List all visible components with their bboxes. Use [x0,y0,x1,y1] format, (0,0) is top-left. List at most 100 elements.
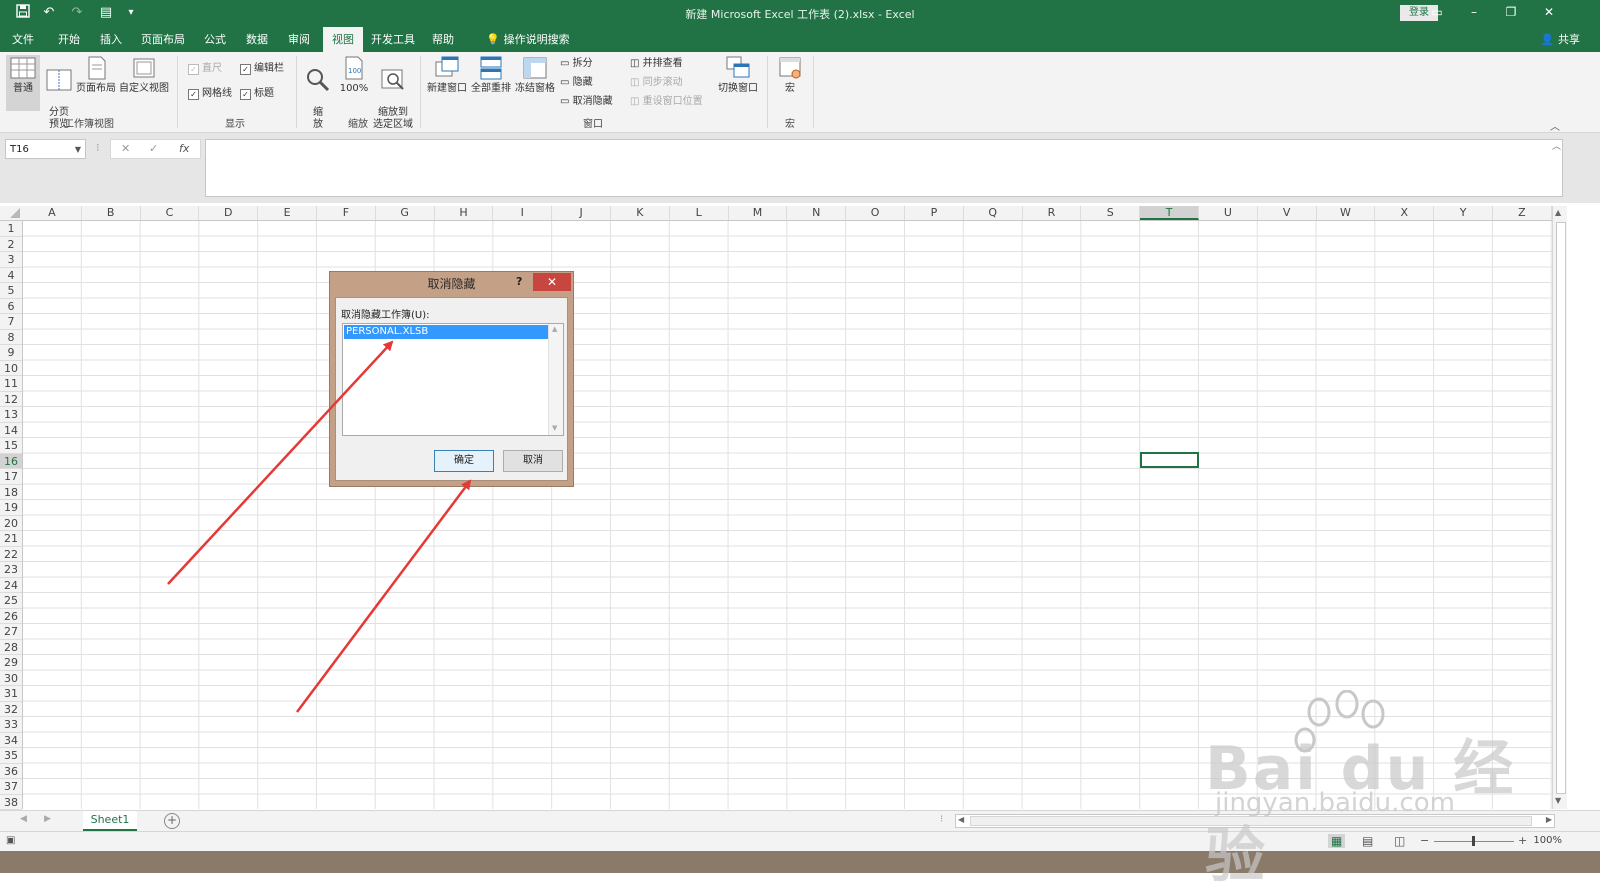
row-header-28[interactable]: 28 [0,640,22,655]
column-header-f[interactable]: F [317,206,376,220]
switch-windows-button[interactable]: 切换窗口 [716,55,760,111]
list-item-personal-xlsb[interactable]: PERSONAL.XLSB [344,325,548,339]
column-header-c[interactable]: C [141,206,200,220]
insert-function-icon[interactable]: fx [179,142,189,155]
row-header-25[interactable]: 25 [0,593,22,609]
row-header-38[interactable]: 38 [0,795,22,810]
row-header-11[interactable]: 11 [0,376,22,392]
tab-page-layout[interactable]: 页面布局 [138,27,188,52]
column-header-k[interactable]: K [611,206,670,220]
row-header-31[interactable]: 31 [0,686,22,702]
row-header-24[interactable]: 24 [0,578,22,593]
row-header-32[interactable]: 32 [0,702,22,717]
tell-me-search[interactable]: 💡 操作说明搜索 [478,27,578,52]
row-header-29[interactable]: 29 [0,655,22,671]
row-header-12[interactable]: 12 [0,392,22,407]
row-header-8[interactable]: 8 [0,330,22,345]
close-icon[interactable]: ✕ [533,273,571,291]
side-by-side-button[interactable]: ◫ 并排查看 [630,57,683,71]
row-header-33[interactable]: 33 [0,717,22,733]
row-header-27[interactable]: 27 [0,624,22,640]
column-header-d[interactable]: D [199,206,259,220]
name-box-dropdown-icon[interactable]: ▼ [75,140,81,160]
row-header-26[interactable]: 26 [0,609,22,624]
split-button[interactable]: ▭ 拆分 [560,57,593,71]
column-header-v[interactable]: V [1258,206,1317,220]
list-scroll-down-icon[interactable]: ▼ [552,424,557,432]
column-header-e[interactable]: E [258,206,317,220]
column-header-u[interactable]: U [1199,206,1258,220]
scroll-left-icon[interactable]: ◀ [958,815,964,824]
tab-home[interactable]: 开始 [50,27,88,52]
row-header-9[interactable]: 9 [0,345,22,361]
zoom-button[interactable]: 缩 放 [302,55,334,130]
macro-record-icon[interactable]: ▣ [6,835,15,846]
tab-formulas[interactable]: 公式 [196,27,234,52]
cell-grid[interactable] [23,221,1552,809]
row-header-36[interactable]: 36 [0,764,22,779]
zoom-100-button[interactable]: 100 100% [337,55,371,111]
page-layout-button[interactable]: 页面布局 [76,55,116,111]
row-header-1[interactable]: 1 [0,221,22,237]
tab-data[interactable]: 数据 [238,27,276,52]
tab-splitter-handle[interactable]: ⁝ [940,814,943,825]
custom-views-button[interactable]: 自定义视图 [118,55,170,111]
listbox-scrollbar[interactable]: ▲ ▼ [548,324,563,435]
help-icon[interactable]: ? [516,275,522,288]
row-header-10[interactable]: 10 [0,361,22,376]
column-header-p[interactable]: P [905,206,964,220]
redo-icon[interactable]: ↷ [68,4,86,22]
column-header-i[interactable]: I [493,206,553,220]
page-break-status-icon[interactable]: ◫ [1394,834,1405,848]
expand-formula-bar-icon[interactable]: ︿ [1552,139,1561,152]
row-header-5[interactable]: 5 [0,283,22,299]
minimize-icon[interactable]: – [1455,0,1493,27]
list-scroll-up-icon[interactable]: ▲ [552,325,557,333]
form-icon[interactable]: ▤ [97,4,115,22]
row-header-21[interactable]: 21 [0,531,22,547]
save-icon[interactable] [14,4,32,22]
row-header-2[interactable]: 2 [0,237,22,252]
row-header-14[interactable]: 14 [0,423,22,438]
tab-file[interactable]: 文件 [4,27,42,52]
column-header-g[interactable]: G [376,206,435,220]
row-header-6[interactable]: 6 [0,299,22,314]
zoom-in-icon[interactable]: + [1518,834,1527,847]
name-box[interactable]: T16 ▼ [5,139,86,159]
row-header-35[interactable]: 35 [0,748,22,764]
select-all-corner[interactable] [0,206,22,220]
ok-button[interactable]: 确定 [434,450,494,472]
row-header-34[interactable]: 34 [0,733,22,748]
column-header-z[interactable]: Z [1493,206,1552,220]
ribbon-display-icon[interactable]: ▭ [1418,0,1456,27]
formula-bar-checkbox[interactable]: ✓ 编辑栏 [240,62,284,76]
tab-review[interactable]: 审阅 [280,27,318,52]
column-header-w[interactable]: W [1317,206,1376,220]
row-header-17[interactable]: 17 [0,469,22,485]
hide-button[interactable]: ▭ 隐藏 [560,76,593,90]
share-button[interactable]: 👤 共享 [1541,27,1580,52]
row-header-30[interactable]: 30 [0,671,22,686]
row-header-4[interactable]: 4 [0,268,22,283]
column-header-o[interactable]: O [846,206,905,220]
close-window-icon[interactable]: ✕ [1530,0,1568,27]
horizontal-scrollbar[interactable]: ◀ ▶ [955,814,1555,828]
row-header-22[interactable]: 22 [0,547,22,562]
page-break-preview-button[interactable]: 分页 预览 [44,55,74,130]
row-header-16[interactable]: 16 [0,453,22,469]
page-layout-status-icon[interactable]: ▤ [1362,834,1373,848]
column-header-q[interactable]: Q [964,206,1023,220]
sync-scroll-button[interactable]: ◫ 同步滚动 [630,76,683,90]
tab-view[interactable]: 视图 [323,27,363,52]
zoom-out-icon[interactable]: − [1420,834,1429,847]
add-sheet-button[interactable]: + [164,813,180,829]
row-header-7[interactable]: 7 [0,314,22,330]
confirm-entry-icon[interactable]: ✓ [149,142,158,155]
row-header-18[interactable]: 18 [0,485,22,500]
next-sheet-icon[interactable]: ▶ [44,814,51,824]
column-header-m[interactable]: M [729,206,788,220]
zoom-slider-thumb[interactable] [1472,836,1475,846]
cancel-button[interactable]: 取消 [503,450,563,472]
normal-view-button[interactable]: 普通 [6,55,40,111]
row-header-23[interactable]: 23 [0,562,22,578]
